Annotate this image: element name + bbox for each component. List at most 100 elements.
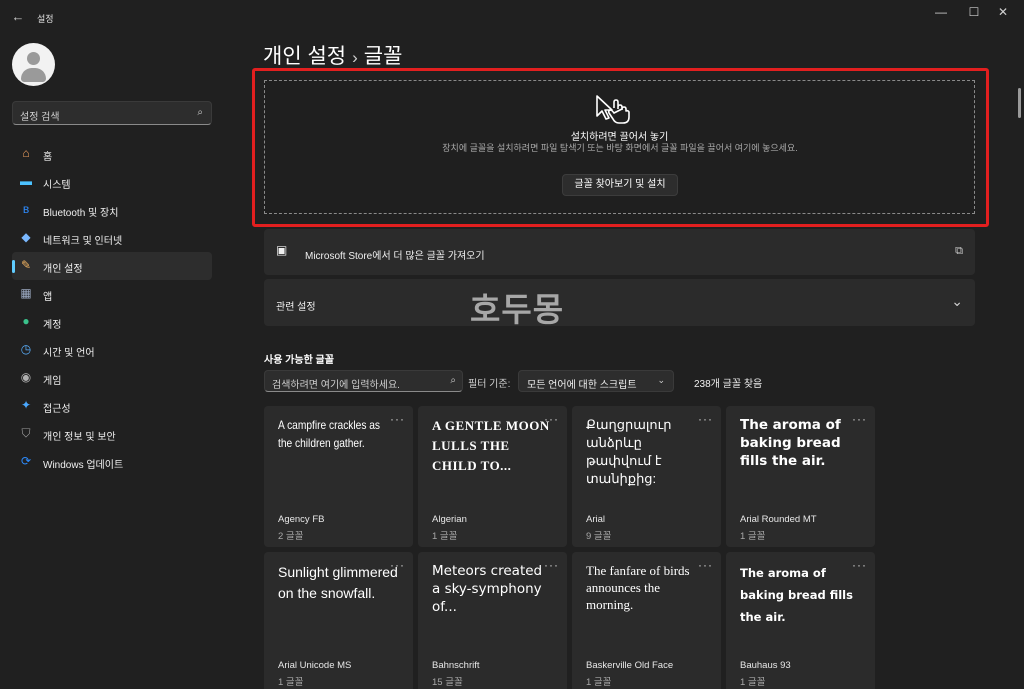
- sidebar-item[interactable]: ▬ 시스템: [12, 168, 212, 196]
- store-icon: ▣: [276, 243, 288, 257]
- page-title: 개인 설정 › 글꼴: [263, 40, 402, 70]
- sidebar-item[interactable]: ✦ 접근성: [12, 392, 212, 420]
- sidebar-item[interactable]: ◷ 시간 및 언어: [12, 336, 212, 364]
- font-card[interactable]: ··· The aroma of baking bread fills the a…: [726, 406, 875, 547]
- sidebar-item[interactable]: ⛉ 개인 정보 및 보안: [12, 420, 212, 448]
- filter-value: 모든 언어에 대한 스크립트: [527, 380, 637, 391]
- sidebar-item-label: 홈: [43, 152, 53, 163]
- sidebar-item-label: 시간 및 언어: [43, 348, 95, 359]
- sidebar-item-label: 접근성: [43, 404, 71, 415]
- store-row-label: Microsoft Store에서 더 많은 글꼴 가져오기: [305, 251, 485, 262]
- sidebar-item-label: Bluetooth 및 장치: [43, 208, 119, 219]
- close-button[interactable]: ✕: [988, 4, 1018, 20]
- sidebar-nav: ⌂ 홈 ▬ 시스템 ʙ Bluetooth 및 장치 ◆ 네트워크 및 인터넷 ✎ 개인 설정 ▦ 앱…: [12, 140, 212, 476]
- font-preview-text: The aroma of baking bread fills the air.: [740, 566, 853, 624]
- font-card[interactable]: ··· Քաղցրալուր անձրևը թափվում է տանիքից: A…: [572, 406, 721, 547]
- chevron-down-icon: ⌄: [951, 293, 963, 309]
- sidebar-item-label: 게임: [43, 376, 62, 387]
- accounts-icon: ●: [22, 314, 30, 328]
- font-count: 9 글꼴: [586, 531, 612, 542]
- dropzone-title: 설치하려면 끌어서 놓기: [570, 132, 669, 143]
- browse-install-fonts-button[interactable]: 글꼴 찾아보기 및 설치: [562, 174, 678, 196]
- search-icon[interactable]: ⌕: [450, 375, 456, 386]
- font-card[interactable]: ··· A GENTLE MOON LULLS THE CHILD TO... Al…: [418, 406, 567, 547]
- sidebar-item-label: 앱: [43, 292, 53, 303]
- gaming-icon: ◉: [20, 370, 32, 384]
- apps-icon: ▦: [20, 286, 32, 300]
- available-fonts-heading: 사용 가능한 글꼴: [264, 355, 334, 366]
- font-search-input[interactable]: 검색하려면 여기에 입력하세요. ⌕: [264, 370, 463, 392]
- scrollbar[interactable]: [1018, 88, 1021, 118]
- update-icon: ⟳: [20, 454, 32, 468]
- sidebar-item[interactable]: ▦ 앱: [12, 280, 212, 308]
- bluetooth-icon: ʙ: [22, 202, 30, 216]
- time-language-icon: ◷: [20, 342, 32, 356]
- font-preview-text: A GENTLE MOON LULLS THE CHILD TO...: [432, 418, 550, 473]
- font-card[interactable]: ··· The fanfare of birds announces the mo…: [572, 552, 721, 689]
- font-count: 1 글꼴: [278, 677, 304, 688]
- back-arrow-icon[interactable]: ←: [10, 9, 26, 25]
- font-card[interactable]: ··· Sunlight glimmered on the snowfall. Ar…: [264, 552, 413, 689]
- font-count: 1 글꼴: [740, 677, 766, 688]
- fonts-found-count: 238개 글꼴 찾음: [694, 379, 763, 390]
- font-preview-text: Meteors created a sky-symphony of...: [432, 563, 543, 615]
- font-preview-text: Sunlight glimmered on the snowfall.: [278, 564, 398, 601]
- font-name: Agency FB: [278, 514, 325, 525]
- font-card[interactable]: ··· The aroma of baking bread fills the a…: [726, 552, 875, 689]
- search-icon[interactable]: ⌕: [197, 107, 203, 118]
- watermark-text: 호두몽: [470, 291, 565, 328]
- maximize-button[interactable]: ☐: [959, 4, 989, 20]
- sidebar-item-label: 시스템: [43, 180, 71, 191]
- network-icon: ◆: [21, 230, 31, 244]
- sidebar-item[interactable]: ✎ 개인 설정: [12, 252, 212, 280]
- avatar[interactable]: [12, 43, 55, 86]
- font-name: Arial: [586, 514, 606, 525]
- microsoft-store-row[interactable]: ▣ Microsoft Store에서 더 많은 글꼴 가져오기 ⧉: [264, 229, 975, 275]
- font-count: 15 글꼴: [432, 677, 463, 688]
- font-count: 1 글꼴: [740, 531, 766, 542]
- minimize-button[interactable]: —: [926, 4, 956, 20]
- filter-dropdown[interactable]: 모든 언어에 대한 스크립트 ⌄: [518, 370, 674, 392]
- related-settings-label: 관련 설정: [276, 302, 316, 313]
- sidebar-item[interactable]: ● 계정: [12, 308, 212, 336]
- sidebar-item[interactable]: ◆ 네트워크 및 인터넷: [12, 224, 212, 252]
- font-preview-text: The fanfare of birds announces the morni…: [586, 563, 690, 612]
- shield-icon: ⛉: [21, 426, 31, 440]
- settings-search-input[interactable]: 설정 검색 ⌕: [12, 101, 212, 125]
- dropzone-description: 장치에 글꼴을 설치하려면 파일 탐색기 또는 바탕 화면에서 글꼴 파일을 끌…: [442, 143, 798, 153]
- settings-search-placeholder: 설정 검색: [20, 112, 60, 123]
- font-count: 2 글꼴: [278, 531, 304, 542]
- filter-label: 필터 기준:: [468, 379, 511, 390]
- sidebar-item[interactable]: ⌂ 홈: [12, 140, 212, 168]
- avatar-body-icon: [21, 68, 46, 82]
- font-preview-text: A campfire crackles as the children gath…: [278, 418, 381, 450]
- breadcrumb-parent[interactable]: 개인 설정: [263, 45, 346, 68]
- selected-indicator: [12, 260, 15, 273]
- font-search-placeholder: 검색하려면 여기에 입력하세요.: [272, 380, 400, 391]
- avatar-head-icon: [27, 52, 40, 65]
- sidebar-item[interactable]: ◉ 게임: [12, 364, 212, 392]
- font-name: Arial Rounded MT: [740, 514, 817, 525]
- sidebar-item[interactable]: ⟳ Windows 업데이트: [12, 448, 212, 476]
- external-link-icon: ⧉: [955, 245, 963, 257]
- font-count: 1 글꼴: [586, 677, 612, 688]
- sidebar-item-label: 네트워크 및 인터넷: [43, 236, 123, 247]
- font-name: Bauhaus 93: [740, 660, 791, 671]
- system-icon: ▬: [20, 174, 32, 188]
- sidebar-item-label: 계정: [43, 320, 62, 331]
- chevron-down-icon: ⌄: [657, 375, 665, 385]
- sidebar-item[interactable]: ʙ Bluetooth 및 장치: [12, 196, 212, 224]
- font-preview-text: Քաղցրալուր անձրևը թափվում է տանիքից:: [586, 417, 672, 486]
- sidebar-item-label: Windows 업데이트: [43, 460, 124, 471]
- font-name: Algerian: [432, 514, 467, 525]
- drag-hand-icon: [596, 95, 630, 124]
- title-bar: ← 설정 — ☐ ✕: [0, 0, 1024, 36]
- related-settings-row[interactable]: 관련 설정 ⌄: [264, 279, 975, 326]
- font-card[interactable]: ··· A campfire crackles as the children g…: [264, 406, 413, 547]
- font-name: Arial Unicode MS: [278, 660, 352, 671]
- app-title: 설정: [37, 14, 54, 24]
- breadcrumb-separator-icon: ›: [352, 48, 358, 67]
- font-preview-text: The aroma of baking bread fills the air.: [740, 417, 841, 469]
- font-name: Baskerville Old Face: [586, 660, 674, 671]
- font-card[interactable]: ··· Meteors created a sky-symphony of... B…: [418, 552, 567, 689]
